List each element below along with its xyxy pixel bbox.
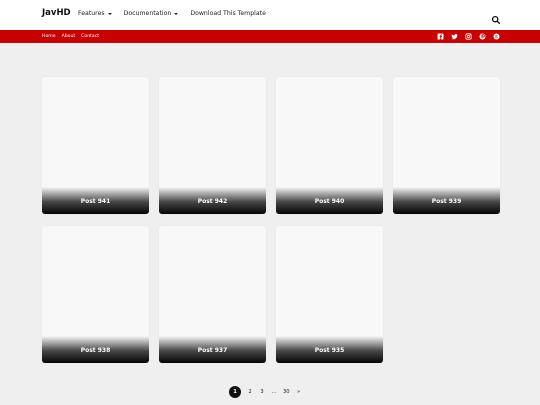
nav-link-home[interactable]: Home (42, 34, 56, 39)
page-link-last[interactable]: 30 (283, 386, 290, 398)
chevron-down-icon (107, 13, 112, 15)
nav-link-contact[interactable]: Contact (81, 34, 99, 39)
post-title[interactable]: Post 937 (159, 347, 266, 354)
nav-item-features[interactable]: Features (78, 10, 112, 17)
page-link[interactable]: 2 (247, 386, 253, 398)
post-title[interactable]: Post 940 (276, 198, 383, 205)
secondary-nav-links: Home About Contact (42, 34, 99, 39)
page-ellipsis: ... (271, 389, 277, 395)
post-card[interactable]: Post 941 (42, 77, 149, 214)
facebook-icon[interactable] (437, 33, 444, 40)
twitter-icon[interactable] (451, 33, 458, 40)
post-card[interactable]: Post 939 (393, 77, 500, 214)
post-card[interactable]: Post 940 (276, 77, 383, 214)
post-card[interactable]: Post 942 (159, 77, 266, 214)
post-title[interactable]: Post 939 (393, 198, 500, 205)
post-title[interactable]: Post 938 (42, 347, 149, 354)
page-next-button[interactable]: » (296, 386, 302, 398)
top-navbar: JavHD Features Documentation Download Th… (0, 0, 540, 30)
page-link[interactable]: 3 (259, 386, 265, 398)
skype-icon[interactable] (493, 33, 500, 40)
site-logo[interactable]: JavHD (42, 8, 71, 18)
pinterest-icon[interactable] (479, 33, 486, 40)
nav-item-download-template[interactable]: Download This Template (190, 10, 266, 17)
post-title[interactable]: Post 941 (42, 198, 149, 205)
nav-item-label: Download This Template (190, 10, 266, 17)
post-title[interactable]: Post 942 (159, 198, 266, 205)
page-current[interactable]: 1 (229, 386, 241, 398)
post-card[interactable]: Post 937 (159, 226, 266, 363)
nav-item-label: Documentation (123, 10, 172, 17)
post-card[interactable]: Post 938 (42, 226, 149, 363)
main-nav: Features Documentation Download This Tem… (78, 10, 266, 17)
nav-item-documentation[interactable]: Documentation (124, 10, 179, 17)
search-icon[interactable] (491, 10, 501, 25)
chevron-down-icon (174, 13, 179, 15)
nav-link-about[interactable]: About (62, 34, 76, 39)
instagram-icon[interactable] (465, 32, 472, 40)
nav-item-label: Features (78, 10, 105, 17)
social-links (437, 32, 500, 40)
post-card[interactable]: Post 935 (276, 226, 383, 363)
post-title[interactable]: Post 935 (276, 347, 383, 354)
pagination: 1 2 3 ... 30 » (229, 386, 302, 398)
